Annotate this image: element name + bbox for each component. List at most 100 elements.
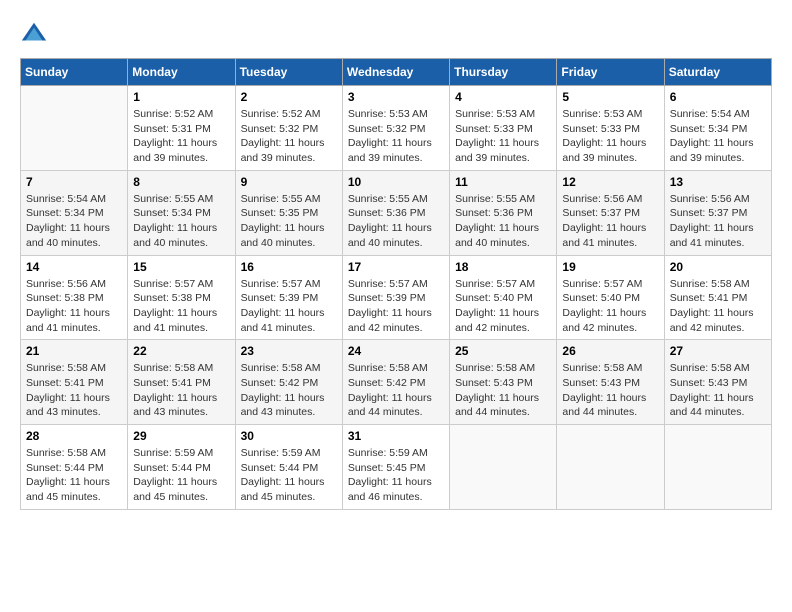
calendar-cell: 26 Sunrise: 5:58 AM Sunset: 5:43 PM Dayli… xyxy=(557,340,664,425)
day-info: Sunrise: 5:52 AM Sunset: 5:31 PM Dayligh… xyxy=(133,107,229,166)
week-row-2: 7 Sunrise: 5:54 AM Sunset: 5:34 PM Daylig… xyxy=(21,170,772,255)
day-number: 25 xyxy=(455,344,551,358)
day-info: Sunrise: 5:55 AM Sunset: 5:36 PM Dayligh… xyxy=(348,192,444,251)
day-info: Sunrise: 5:58 AM Sunset: 5:42 PM Dayligh… xyxy=(241,361,337,420)
week-row-1: 1 Sunrise: 5:52 AM Sunset: 5:31 PM Daylig… xyxy=(21,86,772,171)
day-info: Sunrise: 5:56 AM Sunset: 5:37 PM Dayligh… xyxy=(670,192,766,251)
week-row-3: 14 Sunrise: 5:56 AM Sunset: 5:38 PM Dayli… xyxy=(21,255,772,340)
day-number: 5 xyxy=(562,90,658,104)
day-info: Sunrise: 5:53 AM Sunset: 5:32 PM Dayligh… xyxy=(348,107,444,166)
day-number: 17 xyxy=(348,260,444,274)
calendar-cell: 22 Sunrise: 5:58 AM Sunset: 5:41 PM Dayli… xyxy=(128,340,235,425)
weekday-header-thursday: Thursday xyxy=(450,59,557,86)
calendar-cell: 11 Sunrise: 5:55 AM Sunset: 5:36 PM Dayli… xyxy=(450,170,557,255)
weekday-header-friday: Friday xyxy=(557,59,664,86)
calendar-cell: 25 Sunrise: 5:58 AM Sunset: 5:43 PM Dayli… xyxy=(450,340,557,425)
day-info: Sunrise: 5:59 AM Sunset: 5:44 PM Dayligh… xyxy=(133,446,229,505)
day-info: Sunrise: 5:56 AM Sunset: 5:38 PM Dayligh… xyxy=(26,277,122,336)
day-info: Sunrise: 5:53 AM Sunset: 5:33 PM Dayligh… xyxy=(455,107,551,166)
day-number: 18 xyxy=(455,260,551,274)
day-number: 23 xyxy=(241,344,337,358)
day-info: Sunrise: 5:57 AM Sunset: 5:39 PM Dayligh… xyxy=(348,277,444,336)
day-number: 14 xyxy=(26,260,122,274)
day-info: Sunrise: 5:57 AM Sunset: 5:40 PM Dayligh… xyxy=(455,277,551,336)
day-info: Sunrise: 5:59 AM Sunset: 5:45 PM Dayligh… xyxy=(348,446,444,505)
week-row-4: 21 Sunrise: 5:58 AM Sunset: 5:41 PM Dayli… xyxy=(21,340,772,425)
day-number: 15 xyxy=(133,260,229,274)
calendar-cell: 5 Sunrise: 5:53 AM Sunset: 5:33 PM Daylig… xyxy=(557,86,664,171)
calendar-cell xyxy=(21,86,128,171)
day-info: Sunrise: 5:58 AM Sunset: 5:41 PM Dayligh… xyxy=(26,361,122,420)
calendar-cell: 18 Sunrise: 5:57 AM Sunset: 5:40 PM Dayli… xyxy=(450,255,557,340)
day-number: 6 xyxy=(670,90,766,104)
day-info: Sunrise: 5:57 AM Sunset: 5:39 PM Dayligh… xyxy=(241,277,337,336)
day-info: Sunrise: 5:58 AM Sunset: 5:41 PM Dayligh… xyxy=(133,361,229,420)
day-info: Sunrise: 5:58 AM Sunset: 5:43 PM Dayligh… xyxy=(670,361,766,420)
day-info: Sunrise: 5:58 AM Sunset: 5:42 PM Dayligh… xyxy=(348,361,444,420)
day-info: Sunrise: 5:55 AM Sunset: 5:34 PM Dayligh… xyxy=(133,192,229,251)
weekday-header-monday: Monday xyxy=(128,59,235,86)
day-info: Sunrise: 5:58 AM Sunset: 5:44 PM Dayligh… xyxy=(26,446,122,505)
day-info: Sunrise: 5:52 AM Sunset: 5:32 PM Dayligh… xyxy=(241,107,337,166)
day-number: 22 xyxy=(133,344,229,358)
day-number: 7 xyxy=(26,175,122,189)
day-number: 12 xyxy=(562,175,658,189)
day-number: 21 xyxy=(26,344,122,358)
calendar-cell: 28 Sunrise: 5:58 AM Sunset: 5:44 PM Dayli… xyxy=(21,425,128,510)
day-number: 26 xyxy=(562,344,658,358)
day-number: 16 xyxy=(241,260,337,274)
page-header xyxy=(20,20,772,48)
day-number: 29 xyxy=(133,429,229,443)
calendar-cell: 31 Sunrise: 5:59 AM Sunset: 5:45 PM Dayli… xyxy=(342,425,449,510)
calendar-cell: 6 Sunrise: 5:54 AM Sunset: 5:34 PM Daylig… xyxy=(664,86,771,171)
day-info: Sunrise: 5:57 AM Sunset: 5:38 PM Dayligh… xyxy=(133,277,229,336)
weekday-header-row: SundayMondayTuesdayWednesdayThursdayFrid… xyxy=(21,59,772,86)
day-info: Sunrise: 5:54 AM Sunset: 5:34 PM Dayligh… xyxy=(670,107,766,166)
calendar-cell: 17 Sunrise: 5:57 AM Sunset: 5:39 PM Dayli… xyxy=(342,255,449,340)
day-number: 30 xyxy=(241,429,337,443)
calendar-cell xyxy=(450,425,557,510)
day-number: 4 xyxy=(455,90,551,104)
day-number: 31 xyxy=(348,429,444,443)
calendar-cell: 12Sunrise: 5:56 AM Sunset: 5:37 PM Dayli… xyxy=(557,170,664,255)
day-number: 19 xyxy=(562,260,658,274)
day-info: Sunrise: 5:58 AM Sunset: 5:41 PM Dayligh… xyxy=(670,277,766,336)
calendar-cell: 8Sunrise: 5:55 AM Sunset: 5:34 PM Daylig… xyxy=(128,170,235,255)
calendar-cell: 24Sunrise: 5:58 AM Sunset: 5:42 PM Dayli… xyxy=(342,340,449,425)
calendar-cell: 3Sunrise: 5:53 AM Sunset: 5:32 PM Daylig… xyxy=(342,86,449,171)
calendar-cell: 2 Sunrise: 5:52 AM Sunset: 5:32 PM Daylig… xyxy=(235,86,342,171)
day-number: 13 xyxy=(670,175,766,189)
day-info: Sunrise: 5:55 AM Sunset: 5:35 PM Dayligh… xyxy=(241,192,337,251)
day-number: 11 xyxy=(455,175,551,189)
day-info: Sunrise: 5:53 AM Sunset: 5:33 PM Dayligh… xyxy=(562,107,658,166)
calendar-cell: 21 Sunrise: 5:58 AM Sunset: 5:41 PM Dayli… xyxy=(21,340,128,425)
calendar-cell: 16 Sunrise: 5:57 AM Sunset: 5:39 PM Dayli… xyxy=(235,255,342,340)
day-info: Sunrise: 5:57 AM Sunset: 5:40 PM Dayligh… xyxy=(562,277,658,336)
day-number: 28 xyxy=(26,429,122,443)
calendar-cell: 7 Sunrise: 5:54 AM Sunset: 5:34 PM Daylig… xyxy=(21,170,128,255)
day-number: 20 xyxy=(670,260,766,274)
calendar-cell: 15 Sunrise: 5:57 AM Sunset: 5:38 PM Dayli… xyxy=(128,255,235,340)
day-number: 27 xyxy=(670,344,766,358)
calendar-cell xyxy=(664,425,771,510)
day-info: Sunrise: 5:58 AM Sunset: 5:43 PM Dayligh… xyxy=(562,361,658,420)
calendar-cell: 23 Sunrise: 5:58 AM Sunset: 5:42 PM Dayli… xyxy=(235,340,342,425)
logo xyxy=(20,20,52,48)
calendar-cell: 30 Sunrise: 5:59 AM Sunset: 5:44 PM Dayli… xyxy=(235,425,342,510)
day-number: 1 xyxy=(133,90,229,104)
calendar-cell: 9Sunrise: 5:55 AM Sunset: 5:35 PM Daylig… xyxy=(235,170,342,255)
calendar-cell: 14 Sunrise: 5:56 AM Sunset: 5:38 PM Dayli… xyxy=(21,255,128,340)
day-number: 2 xyxy=(241,90,337,104)
day-info: Sunrise: 5:58 AM Sunset: 5:43 PM Dayligh… xyxy=(455,361,551,420)
day-info: Sunrise: 5:59 AM Sunset: 5:44 PM Dayligh… xyxy=(241,446,337,505)
weekday-header-saturday: Saturday xyxy=(664,59,771,86)
calendar-cell: 29 Sunrise: 5:59 AM Sunset: 5:44 PM Dayli… xyxy=(128,425,235,510)
calendar-cell: 4 Sunrise: 5:53 AM Sunset: 5:33 PM Daylig… xyxy=(450,86,557,171)
calendar-cell: 20 Sunrise: 5:58 AM Sunset: 5:41 PM Dayli… xyxy=(664,255,771,340)
day-info: Sunrise: 5:55 AM Sunset: 5:36 PM Dayligh… xyxy=(455,192,551,251)
day-info: Sunrise: 5:54 AM Sunset: 5:34 PM Dayligh… xyxy=(26,192,122,251)
week-row-5: 28 Sunrise: 5:58 AM Sunset: 5:44 PM Dayli… xyxy=(21,425,772,510)
calendar-cell: 19 Sunrise: 5:57 AM Sunset: 5:40 PM Dayli… xyxy=(557,255,664,340)
calendar-cell: 1 Sunrise: 5:52 AM Sunset: 5:31 PM Daylig… xyxy=(128,86,235,171)
calendar-cell: 27 Sunrise: 5:58 AM Sunset: 5:43 PM Dayli… xyxy=(664,340,771,425)
